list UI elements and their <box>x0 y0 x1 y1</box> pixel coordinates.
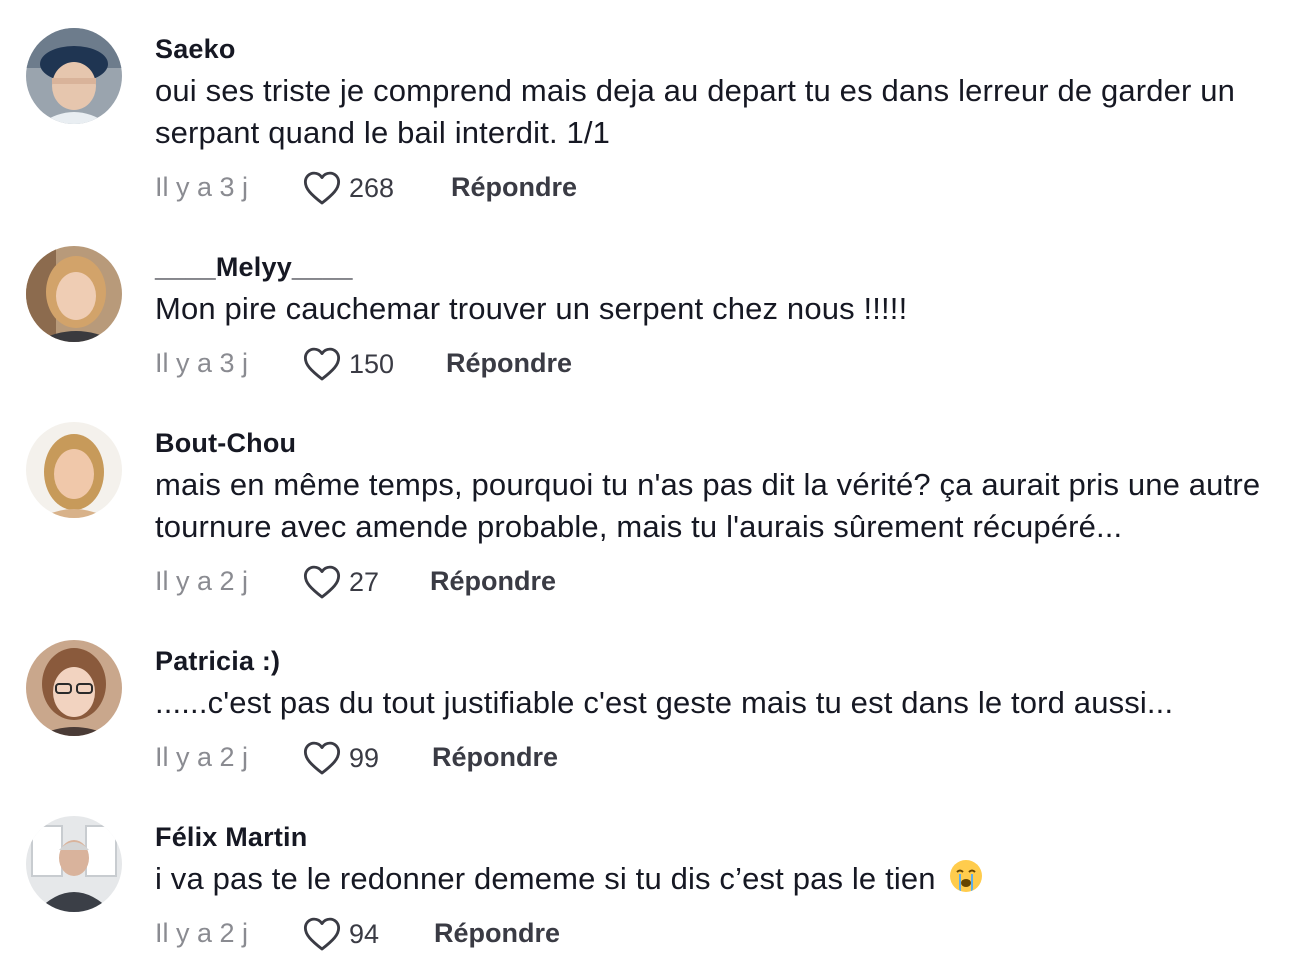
heart-icon <box>303 741 341 775</box>
like-count: 268 <box>349 172 395 203</box>
avatar[interactable] <box>26 640 122 736</box>
comment-meta: Il y a 3 j 150 Répondre <box>155 344 855 384</box>
reply-button[interactable]: Répondre <box>434 918 560 949</box>
comment-text: oui ses triste je comprend mais deja au … <box>155 73 1236 150</box>
avatar[interactable] <box>26 28 122 124</box>
like-count: 99 <box>349 742 380 773</box>
avatar[interactable] <box>26 246 122 342</box>
reply-button[interactable]: Répondre <box>451 172 577 203</box>
comment-text: Mon pire cauchemar trouver un serpent ch… <box>155 291 908 326</box>
like-button[interactable]: 27 <box>303 562 379 602</box>
comment-text: ......c'est pas du tout justifiable c'es… <box>155 685 1174 720</box>
like-button[interactable]: 99 <box>303 738 379 778</box>
like-button[interactable]: 268 <box>303 168 394 208</box>
avatar[interactable] <box>26 422 122 518</box>
user-avatar-icon <box>26 28 122 124</box>
comment-meta: Il y a 2 j 94 Répondre <box>155 914 855 954</box>
crying-face-icon <box>950 860 983 892</box>
like-count: 94 <box>349 918 380 949</box>
heart-icon <box>303 171 341 205</box>
comment-text: mais en même temps, pourquoi tu n'as pas… <box>155 467 1261 544</box>
comment-username[interactable]: Félix Martin <box>155 822 307 853</box>
comment-text: i va pas te le redonner dememe si tu dis… <box>155 858 1295 900</box>
comment-time: Il y a 2 j <box>155 742 249 772</box>
like-count: 27 <box>349 566 380 597</box>
reply-button[interactable]: Répondre <box>446 348 572 379</box>
user-avatar-icon <box>26 816 122 912</box>
user-avatar-icon <box>26 422 122 518</box>
heart-icon <box>303 565 341 599</box>
comment-meta: Il y a 2 j 99 Répondre <box>155 738 855 778</box>
user-avatar-icon <box>26 640 122 736</box>
reply-button[interactable]: Répondre <box>430 566 556 597</box>
comment-time: Il y a 2 j <box>155 918 249 948</box>
comment-time: Il y a 3 j <box>155 172 249 202</box>
avatar[interactable] <box>26 816 122 912</box>
user-avatar-icon <box>26 246 122 342</box>
comment-username[interactable]: Patricia :) <box>155 646 280 677</box>
comment-meta: Il y a 2 j 27 Répondre <box>155 562 855 602</box>
comment-text-content: i va pas te le redonner dememe si tu dis… <box>155 861 936 896</box>
comment-username[interactable]: Saeko <box>155 34 236 65</box>
like-button[interactable]: 150 <box>303 344 394 384</box>
comment-time: Il y a 3 j <box>155 348 249 378</box>
comment-username[interactable]: ____Melyy____ <box>155 252 353 283</box>
comment-meta: Il y a 3 j 268 Répondre <box>155 168 855 208</box>
comment-username[interactable]: Bout-Chou <box>155 428 296 459</box>
comment-time: Il y a 2 j <box>155 566 249 596</box>
like-button[interactable]: 94 <box>303 914 379 954</box>
reply-button[interactable]: Répondre <box>432 742 558 773</box>
heart-icon <box>303 917 341 951</box>
heart-icon <box>303 347 341 381</box>
like-count: 150 <box>349 348 395 379</box>
